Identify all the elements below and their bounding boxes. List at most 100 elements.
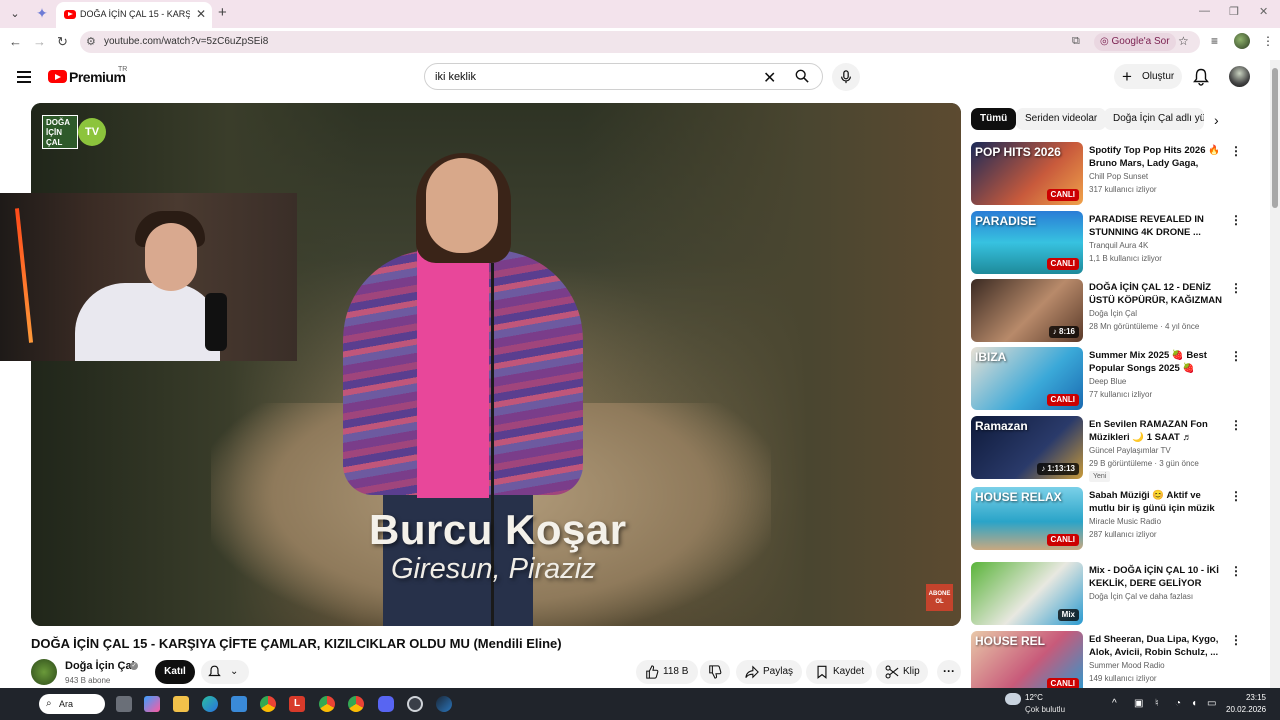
recommendation-channel[interactable]: Doğa İçin Çal ve daha fazlası [1089,592,1193,601]
browser-menu-icon[interactable]: ⋮ [1262,34,1274,48]
recommendation-thumbnail[interactable]: Ramazan ♪ 1:13:13 [971,416,1083,479]
recommendation-title[interactable]: Mix - DOĞA İÇİN ÇAL 10 - İKİ KEKLİK, DER… [1089,564,1225,590]
discord-icon[interactable] [378,696,394,712]
recommendation-item[interactable]: Ramazan ♪ 1:13:13 En Sevilen RAMAZAN Fon M… [971,416,1251,482]
network-icon[interactable]: ◔ [1175,698,1181,709]
recommendation-item[interactable]: PARADISE CANLI PARADISE REVEALED IN STUNNI… [971,211,1251,275]
share-button[interactable]: Paylaş [736,660,802,684]
tab-close-icon[interactable]: ✕ [196,7,206,21]
menu-icon[interactable] [17,71,31,83]
address-bar[interactable]: ⚙ youtube.com/watch?v=5zC6uZpSEi8 ⧉ ◎ Go… [80,31,1200,53]
subscription-bell-button[interactable]: ⌄ [201,660,249,684]
notifications-bell-icon[interactable] [1193,68,1209,86]
recommendation-channel[interactable]: Güncel Paylaşımlar TV [1089,446,1171,455]
tab-search-button[interactable]: ⌄ [6,5,24,23]
store-icon[interactable] [231,696,247,712]
youtube-logo-icon[interactable] [48,70,67,83]
chrome-icon[interactable] [260,696,276,712]
profile-avatar[interactable] [1234,33,1250,49]
close-window-button[interactable]: ✕ [1259,5,1268,18]
brand-label[interactable]: Premium [69,69,126,85]
browser-tab-active[interactable]: DOĞA İÇİN ÇAL 15 - KARŞIYA Ç ✕ [56,2,212,28]
recommendation-item[interactable]: HOUSE RELAX CANLI Sabah Müziği 😊 Aktif ve … [971,487,1251,551]
dislike-button[interactable] [700,660,730,684]
more-actions-button[interactable]: ··· [937,660,961,684]
recommendation-channel[interactable]: Tranquil Aura 4K [1089,241,1148,250]
more-options-icon[interactable]: ⋮ [1230,564,1242,578]
forward-button[interactable]: → [33,34,46,49]
google-sor-button[interactable]: ◎ Google'a Sor [1094,33,1176,51]
recommendation-channel[interactable]: Summer Mood Radio [1089,661,1165,670]
volume-icon[interactable]: ◖ [1191,698,1197,709]
voice-search-button[interactable] [832,63,860,91]
more-options-icon[interactable]: ⋮ [1230,213,1242,227]
recommendation-thumbnail[interactable]: IBIZA CANLI [971,347,1083,410]
channel-name[interactable]: Doğa İçin Çal [65,660,135,672]
reload-button[interactable]: ↻ [57,34,68,50]
clock-time[interactable]: 23:15 [1226,693,1266,702]
search-icon[interactable] [795,69,809,83]
back-button[interactable]: ← [9,34,22,49]
recommendation-title[interactable]: En Sevilen RAMAZAN Fon Müzikleri 🌙 1 SAA… [1089,418,1225,444]
recommendation-channel[interactable]: Deep Blue [1089,377,1126,386]
recommendation-title[interactable]: Ed Sheeran, Dua Lipa, Kygo, Alok, Avicii… [1089,633,1225,659]
app-l-icon[interactable]: L [289,696,305,712]
file-explorer-icon[interactable] [173,696,189,712]
channel-avatar[interactable] [31,659,57,685]
copilot-icon[interactable] [144,696,160,712]
recommendation-title[interactable]: DOĞA İÇİN ÇAL 12 - DENİZ ÜSTÜ KÖPÜRÜR, K… [1089,281,1225,307]
more-options-icon[interactable]: ⋮ [1230,489,1242,503]
chip-channel-uploads[interactable]: Doğa İçin Çal adlı yük [1104,108,1204,130]
bookmark-star-icon[interactable]: ☆ [1178,34,1189,48]
url-text[interactable]: youtube.com/watch?v=5zC6uZpSEi8 [104,36,268,47]
more-options-icon[interactable]: ⋮ [1230,144,1242,158]
chip-series[interactable]: Seriden videolar [1016,108,1107,130]
minimize-button[interactable]: — [1199,5,1210,17]
save-button[interactable]: Kaydet [806,660,872,684]
clip-button[interactable]: Klip [876,660,928,684]
recommendation-item[interactable]: IBIZA CANLI Summer Mix 2025 🍓 Best Popular… [971,347,1251,411]
recommendation-title[interactable]: Summer Mix 2025 🍓 Best Popular Songs 202… [1089,349,1225,375]
video-player[interactable]: DOĞA İÇİN ÇAL TV Burcu Koşar Giresun, Pi… [31,103,961,626]
recommendation-channel[interactable]: Miracle Music Radio [1089,517,1161,526]
media-control-icon[interactable]: ≡ [1211,34,1218,48]
recommendation-title[interactable]: PARADISE REVEALED IN STUNNING 4K DRONE .… [1089,213,1225,239]
recommendation-title[interactable]: Spotify Top Pop Hits 2026 🔥 Bruno Mars, … [1089,144,1225,170]
tray-overflow-icon[interactable]: ^ [1112,698,1117,709]
recommendation-thumbnail[interactable]: POP HITS 2026 CANLI [971,142,1083,205]
more-options-icon[interactable]: ⋮ [1230,633,1242,647]
recommendation-channel[interactable]: Chill Pop Sunset [1089,172,1148,181]
battery-icon[interactable]: ▭ [1207,698,1216,709]
chrome-profile-2-icon[interactable] [348,696,364,712]
chevron-right-icon[interactable]: › [1214,112,1219,128]
scrollbar-thumb[interactable] [1272,68,1278,208]
create-button[interactable]: + Oluştur [1114,64,1182,89]
recommendation-thumbnail[interactable]: Mix [971,562,1083,625]
clock-date[interactable]: 20.02.2026 [1226,705,1266,714]
steam-icon[interactable] [436,696,452,712]
recommendation-title[interactable]: Sabah Müziği 😊 Aktif ve mutlu bir iş gün… [1089,489,1225,515]
new-tab-button[interactable]: + [218,4,227,21]
recommendation-item[interactable]: Mix Mix - DOĞA İÇİN ÇAL 10 - İKİ KEKLİK, … [971,562,1251,626]
more-options-icon[interactable]: ⋮ [1230,281,1242,295]
more-options-icon[interactable]: ⋮ [1230,418,1242,432]
join-button[interactable]: Katıl [155,660,195,684]
clear-search-icon[interactable]: ✕ [763,68,776,88]
subscribe-watermark-button[interactable]: ABONE OL [926,584,953,611]
more-options-icon[interactable]: ⋮ [1230,349,1242,363]
chrome-profile-icon[interactable] [319,696,335,712]
account-avatar[interactable] [1229,66,1250,87]
recommendation-item[interactable]: POP HITS 2026 CANLI Spotify Top Pop Hits 2… [971,142,1251,206]
maximize-button[interactable]: ❐ [1229,5,1239,18]
chip-all[interactable]: Tümü [971,108,1017,130]
recommendation-thumbnail[interactable]: HOUSE RELAX CANLI [971,487,1083,550]
recommendation-channel[interactable]: Doğa İçin Çal [1089,309,1137,318]
like-button[interactable]: 118 B [636,660,698,684]
search-input[interactable]: iki keklik [435,71,476,83]
edge-browser-icon[interactable] [202,696,218,712]
recommendation-thumbnail[interactable]: ♪ 8:16 [971,279,1083,342]
page-scrollbar[interactable] [1270,60,1280,688]
tray-mic-icon[interactable]: ♮ [1155,698,1159,709]
recommendation-item[interactable]: HOUSE REL CANLI Ed Sheeran, Dua Lipa, Kygo… [971,631,1251,695]
site-info-icon[interactable]: ⚙ [86,35,96,48]
